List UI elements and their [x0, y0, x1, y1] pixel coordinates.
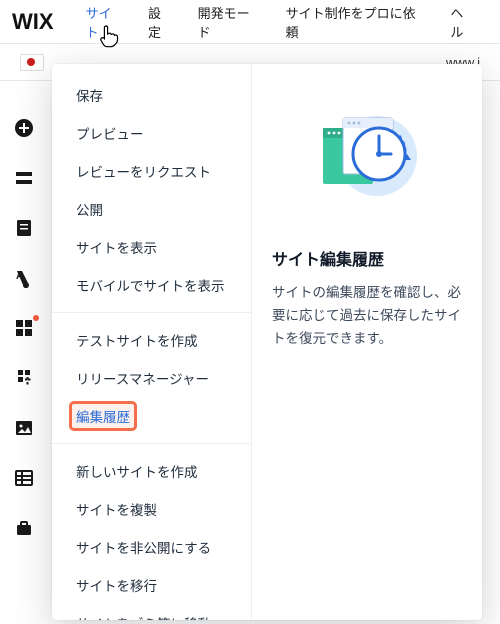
site-menu-dropdown: 保存プレビューレビューをリクエスト公開サイトを表示モバイルでサイトを表示テストサ… [52, 64, 482, 620]
menu-item-label: サイトを非公開にする [76, 541, 211, 556]
menu-item-label: サイトを移行 [76, 579, 157, 594]
menu-item-label: サイトをゴミ箱に移動 [76, 617, 211, 620]
menu-detail-panel: サイト編集履歴 サイトの編集履歴を確認し、必要に応じて過去に保存したサイトを復元… [252, 64, 482, 620]
nav-help[interactable]: ヘル [450, 3, 476, 41]
rail-apps2-icon[interactable] [14, 368, 34, 388]
menu-item[interactable]: サイトをゴミ箱に移動 [52, 604, 251, 620]
menu-item[interactable]: モバイルでサイトを表示 [52, 266, 251, 304]
left-rail: A [0, 80, 48, 538]
menu-item-label: プレビュー [76, 127, 144, 142]
rail-pages-icon[interactable] [14, 218, 34, 238]
svg-text:A: A [16, 271, 23, 282]
menu-item-label: 公開 [76, 203, 103, 218]
menu-separator [52, 443, 251, 444]
rail-sections-icon[interactable] [14, 168, 34, 188]
menu-item-site-history[interactable]: 編集履歴 [52, 397, 251, 435]
rail-media-icon[interactable] [14, 418, 34, 438]
nav-hire-pro[interactable]: サイト制作をプロに依頼 [286, 3, 427, 41]
menu-item[interactable]: 公開 [52, 190, 251, 228]
menu-item[interactable]: サイトを非公開にする [52, 528, 251, 566]
top-bar: WIX サイト 設定 開発モード サイト制作をプロに依頼 ヘル [0, 0, 500, 44]
menu-item[interactable]: サイトを移行 [52, 566, 251, 604]
menu-item-label: テストサイトを作成 [76, 334, 198, 349]
menu-item[interactable]: テストサイトを作成 [52, 321, 251, 359]
menu-item[interactable]: リリースマネージャー [52, 359, 251, 397]
menu-item[interactable]: プレビュー [52, 114, 251, 152]
locale-flag-jp-icon[interactable] [20, 54, 44, 71]
menu-item-label: サイトを複製 [76, 503, 157, 518]
menu-item[interactable]: 新しいサイトを作成 [52, 452, 251, 490]
nav-site[interactable]: サイト [86, 3, 124, 41]
detail-description: サイトの編集履歴を確認し、必要に応じて過去に保存したサイトを復元できます。 [272, 282, 462, 351]
rail-apps-icon[interactable] [14, 318, 34, 338]
rail-design-icon[interactable]: A [14, 268, 34, 288]
menu-item-label: モバイルでサイトを表示 [76, 279, 225, 294]
menu-item-label: リリースマネージャー [76, 372, 209, 387]
menu-separator [52, 312, 251, 313]
menu-item[interactable]: レビューをリクエスト [52, 152, 251, 190]
wix-logo: WIX [12, 9, 54, 35]
nav-settings[interactable]: 設定 [148, 3, 174, 41]
detail-illustration [272, 88, 462, 228]
site-menu-list: 保存プレビューレビューをリクエスト公開サイトを表示モバイルでサイトを表示テストサ… [52, 64, 252, 620]
detail-title: サイト編集履歴 [272, 246, 462, 270]
rail-business-icon[interactable] [14, 518, 34, 538]
menu-item-label: サイトを表示 [76, 241, 157, 256]
menu-item-label: 保存 [76, 89, 103, 104]
menu-item-label: 新しいサイトを作成 [76, 465, 198, 480]
menu-item-label: レビューをリクエスト [76, 165, 211, 180]
menu-item[interactable]: サイトを複製 [52, 490, 251, 528]
rail-data-icon[interactable] [14, 468, 34, 488]
nav-dev-mode[interactable]: 開発モード [198, 3, 262, 41]
rail-add-icon[interactable] [14, 118, 34, 138]
menu-item-label: 編集履歴 [72, 404, 134, 428]
menu-item[interactable]: サイトを表示 [52, 228, 251, 266]
menu-item[interactable]: 保存 [52, 76, 251, 114]
rail-apps-badge [33, 315, 39, 321]
